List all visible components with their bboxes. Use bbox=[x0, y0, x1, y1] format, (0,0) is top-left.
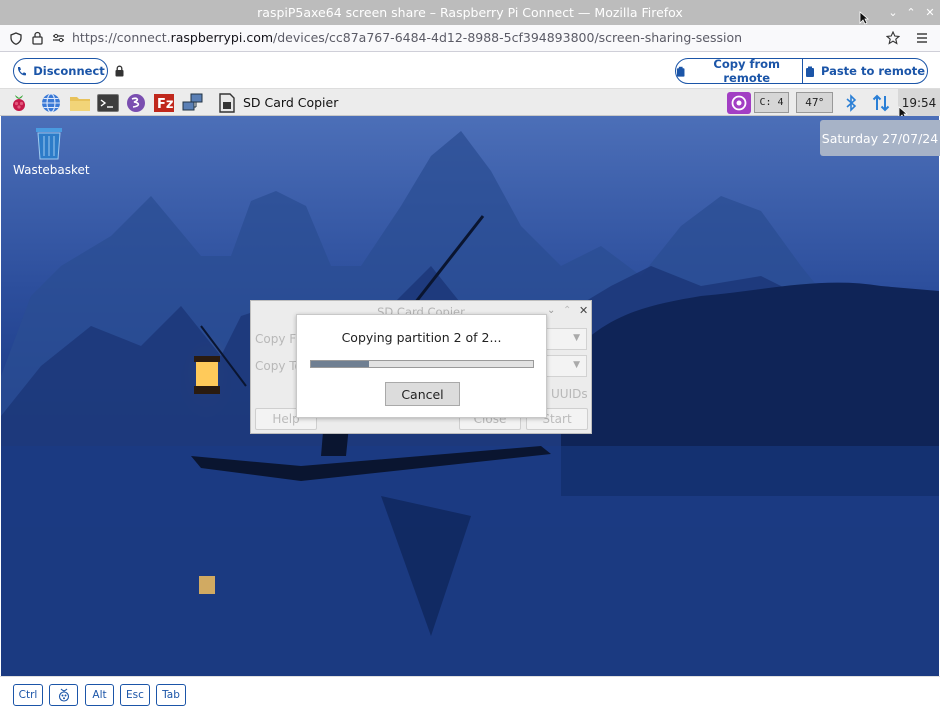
file-manager-icon[interactable] bbox=[69, 92, 91, 113]
connect-toolbar: Disconnect Copy from remote Paste to rem… bbox=[0, 53, 940, 89]
url-bar[interactable]: https://connect.raspberrypi.com/devices/… bbox=[0, 25, 940, 52]
terminal-icon[interactable] bbox=[97, 92, 119, 113]
permissions-icon[interactable] bbox=[52, 33, 65, 43]
esc-key-label: Esc bbox=[126, 689, 144, 701]
ctrl-key-button[interactable]: Ctrl bbox=[13, 684, 43, 706]
wastebasket-desktop-icon[interactable]: Wastebasket bbox=[13, 126, 90, 177]
progress-bar-fill bbox=[311, 361, 369, 367]
bookmark-star-icon[interactable] bbox=[886, 31, 900, 45]
paste-to-remote-label: Paste to remote bbox=[820, 64, 926, 78]
network-transfer-icon[interactable] bbox=[870, 92, 892, 113]
minimize-icon[interactable]: ⌄ bbox=[884, 0, 902, 25]
cancel-label: Cancel bbox=[401, 386, 444, 402]
date-tooltip-text: Saturday 27/07/24 bbox=[821, 130, 939, 146]
tab-key-button[interactable]: Tab bbox=[156, 684, 186, 706]
esc-key-button[interactable]: Esc bbox=[120, 684, 150, 706]
url-text[interactable]: https://connect.raspberrypi.com/devices/… bbox=[72, 30, 742, 45]
maximize-icon[interactable]: ⌃ bbox=[563, 305, 571, 316]
disconnect-label: Disconnect bbox=[33, 64, 105, 78]
chevron-down-icon: ▼ bbox=[573, 333, 580, 343]
alt-key-button[interactable]: Alt bbox=[85, 684, 114, 706]
emacs-icon[interactable] bbox=[125, 92, 147, 113]
url-prefix: https://connect. bbox=[72, 30, 171, 45]
mouse-cursor-icon bbox=[859, 11, 869, 25]
special-keys-bar: Ctrl Alt Esc Tab bbox=[0, 676, 940, 710]
taskbar-window-label: SD Card Copier bbox=[243, 95, 339, 110]
maximize-icon[interactable]: ⌃ bbox=[902, 0, 920, 25]
window-title: raspiP5axe64 screen share – Raspberry Pi… bbox=[257, 5, 683, 20]
wastebasket-label: Wastebasket bbox=[13, 163, 90, 177]
raspberry-key-button[interactable] bbox=[49, 684, 78, 706]
tab-key-label: Tab bbox=[162, 689, 180, 701]
minimize-icon[interactable]: ⌄ bbox=[547, 305, 555, 316]
menu-icon[interactable] bbox=[916, 33, 928, 43]
close-icon[interactable]: ✕ bbox=[579, 304, 588, 317]
cpu-monitor-label: C: 4 bbox=[759, 97, 784, 108]
progress-dialog: Copying partition 2 of 2... Cancel bbox=[296, 314, 547, 418]
date-tooltip: Saturday 27/07/24 bbox=[820, 120, 940, 156]
phone-hangup-icon bbox=[18, 66, 27, 75]
clipboard-icon bbox=[805, 66, 814, 77]
alt-key-label: Alt bbox=[92, 689, 107, 701]
temperature-label: 47° bbox=[805, 96, 824, 109]
copy-to-label: Copy To bbox=[255, 359, 302, 373]
sd-card-icon bbox=[219, 92, 235, 113]
progress-bar bbox=[310, 360, 534, 368]
cancel-button[interactable]: Cancel bbox=[385, 382, 460, 406]
trash-icon bbox=[36, 128, 62, 160]
connect-status-icon[interactable] bbox=[727, 91, 751, 114]
window-titlebar: raspiP5axe64 screen share – Raspberry Pi… bbox=[0, 0, 940, 25]
new-uuids-label: UUIDs bbox=[551, 387, 588, 401]
url-domain: raspberrypi.com bbox=[170, 30, 274, 45]
disconnect-button[interactable]: Disconnect bbox=[13, 58, 108, 84]
filezilla-icon[interactable]: Fz bbox=[153, 92, 175, 113]
temperature-monitor[interactable]: 47° bbox=[796, 92, 833, 113]
clipboard-icon bbox=[676, 66, 685, 77]
progress-message: Copying partition 2 of 2... bbox=[341, 330, 502, 345]
close-icon[interactable]: ✕ bbox=[921, 0, 939, 25]
network-tool-icon[interactable] bbox=[182, 92, 204, 113]
lock-icon[interactable] bbox=[32, 31, 43, 45]
raspberry-icon bbox=[58, 688, 69, 702]
svg-text:Fz: Fz bbox=[157, 97, 173, 112]
paste-to-remote-button[interactable]: Paste to remote bbox=[802, 58, 928, 84]
bluetooth-icon[interactable] bbox=[840, 92, 862, 113]
web-browser-icon[interactable] bbox=[40, 92, 62, 113]
copy-from-remote-button[interactable]: Copy from remote bbox=[675, 57, 803, 85]
cpu-monitor[interactable]: C: 4 bbox=[754, 92, 789, 113]
copy-from-remote-label: Copy from remote bbox=[713, 57, 781, 85]
taskbar-window-button[interactable]: SD Card Copier bbox=[218, 91, 338, 114]
copy-from-label: Copy Fr bbox=[255, 332, 301, 346]
pi-taskbar: Fz SD Card Copier C: 4 47° 19:54 bbox=[0, 89, 940, 120]
chevron-down-icon: ▼ bbox=[573, 360, 580, 370]
lock-icon bbox=[115, 65, 124, 77]
shield-icon[interactable] bbox=[10, 32, 22, 45]
url-path: /devices/cc87a767-6484-4d12-8988-5cf3948… bbox=[273, 30, 743, 45]
ctrl-key-label: Ctrl bbox=[18, 689, 38, 701]
raspberry-menu-icon[interactable] bbox=[8, 92, 30, 113]
